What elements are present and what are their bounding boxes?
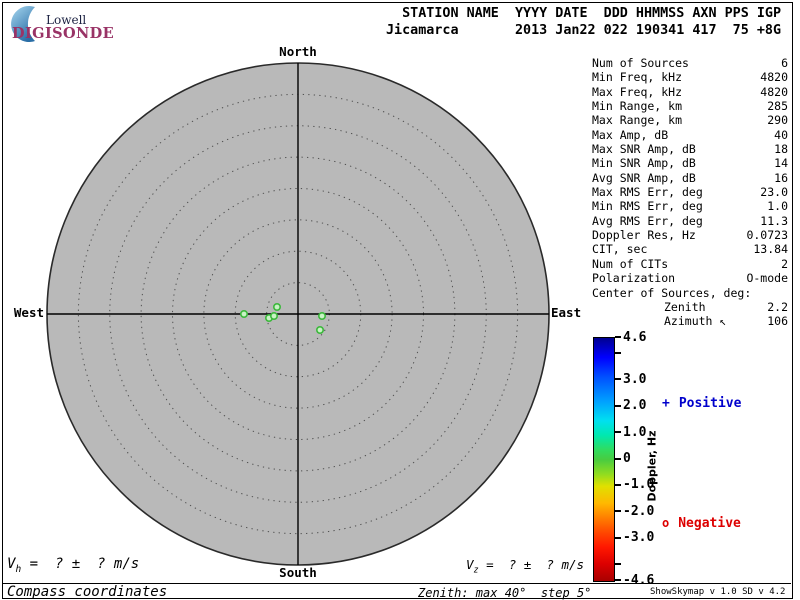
stat-label: Min SNR Amp, dB [592, 156, 696, 171]
stats-panel: Num of Sources 6 Min Freq, kHz 4820 Max Freq… [592, 56, 788, 329]
compass-label-east: East [551, 305, 582, 320]
compass-label-north: North [279, 44, 317, 59]
colorbar-tick [615, 351, 621, 354]
source-dot [315, 325, 324, 334]
stat-value: 40 [774, 127, 788, 142]
colorbar-tick-label: -4.6 [623, 572, 655, 588]
showskymap-window: Lowell DIGISONDE STATION NAME YYYY DATE … [0, 0, 800, 600]
stat-label: Max Amp, dB [592, 127, 669, 142]
source-dot [317, 311, 326, 320]
stat-label: Max Freq, kHz [592, 84, 683, 99]
colorbar-tick [615, 483, 621, 486]
stat-label: Min Range, km [592, 99, 683, 114]
stat-value: 18 [774, 142, 788, 157]
colorbar-tick [615, 579, 621, 581]
stat-label: Min RMS Err, deg [592, 199, 703, 214]
colorbar-tick [615, 457, 621, 460]
legend-positive: + Positive [662, 396, 741, 411]
source-dot [240, 309, 249, 318]
stat-row: Max SNR Amp, dB 18 [592, 142, 788, 156]
colorbar-tick-label: 4.6 [623, 329, 647, 345]
stat-value: 1.0 [767, 199, 788, 214]
stat-value: 4820 [760, 70, 788, 85]
compass-label-west: West [13, 305, 44, 320]
compass-label-south: South [279, 565, 317, 580]
zenith-range-note: Zenith: max 40° step 5° [418, 586, 592, 600]
stat-label: Azimuth ↖ [664, 314, 727, 329]
colorbar-tick-label: -2.0 [623, 503, 655, 519]
stat-value: 106 [767, 314, 788, 329]
stat-row: CIT, sec 13.84 [592, 242, 788, 256]
circle-icon: o [662, 516, 670, 530]
colorbar-tick [615, 404, 621, 407]
legend-negative-label: Negative [678, 516, 741, 531]
source-dot [269, 311, 278, 320]
stat-label: Center of Sources, deg: [592, 285, 752, 300]
colorbar-tick-label: 2.0 [623, 398, 647, 414]
stat-value: 4820 [760, 84, 788, 99]
colorbar-tick-label: -3.0 [623, 530, 655, 546]
colorbar-tick-label: 0 [623, 451, 631, 466]
legend-positive-label: Positive [678, 396, 742, 411]
version-label: ShowSkymap v 1.0 SD v 4.2 [650, 587, 786, 597]
stat-value: 14 [774, 156, 788, 171]
stat-label: Zenith [664, 299, 706, 314]
colorbar-tick [615, 378, 621, 381]
stat-row: Max Range, km 290 [592, 113, 788, 127]
legend-negative: o Negative [662, 516, 741, 531]
stat-value: 290 [767, 113, 788, 128]
stat-row: Center of Sources, deg: [592, 286, 788, 300]
stat-value: 6 [781, 56, 788, 70]
colorbar-tick [615, 336, 621, 338]
stat-value: 0.0723 [746, 228, 788, 243]
stat-row: Min Freq, kHz 4820 [592, 70, 788, 84]
colorbar-tick [615, 536, 621, 539]
stat-row: Zenith 2.2 [592, 300, 788, 314]
stat-label: Doppler Res, Hz [592, 228, 696, 243]
stat-value: 11.3 [760, 213, 788, 228]
stat-value: 2.2 [767, 299, 788, 314]
stat-row: Min SNR Amp, dB 14 [592, 156, 788, 170]
stat-label: Min Freq, kHz [592, 70, 683, 85]
stat-row: Polarization O-mode [592, 271, 788, 285]
stat-label: Avg SNR Amp, dB [592, 170, 696, 185]
colorbar-tick [615, 431, 621, 434]
stat-row: Max RMS Err, deg 23.0 [592, 185, 788, 199]
stat-label: Polarization [592, 271, 676, 286]
stat-row: Avg SNR Amp, dB 16 [592, 171, 788, 185]
colorbar-tick-label: 3.0 [623, 371, 647, 387]
colorbar-tick [615, 563, 621, 566]
stat-value: 23.0 [760, 185, 788, 200]
stat-value: 285 [767, 99, 788, 114]
stat-label: Max RMS Err, deg [592, 185, 703, 200]
stat-value: 13.84 [753, 242, 788, 257]
vz-velocity-label: Vz = ? ± ? m/s [466, 557, 585, 576]
stat-row: Min RMS Err, deg 1.0 [592, 199, 788, 213]
stat-value: O-mode [746, 271, 788, 286]
vh-velocity-label: Vh = ? ± ? m/s [7, 556, 140, 575]
stat-row: Max Freq, kHz 4820 [592, 85, 788, 99]
colorbar-title: Doppler, Hz [645, 430, 659, 502]
stat-row: Azimuth ↖ 106 [592, 314, 788, 328]
stat-row: Avg RMS Err, deg 11.3 [592, 214, 788, 228]
stat-label: Max Range, km [592, 113, 683, 128]
stat-label: Max SNR Amp, dB [592, 142, 696, 157]
stat-row: Max Amp, dB 40 [592, 128, 788, 142]
doppler-colorbar [593, 337, 615, 582]
stat-value: 2 [781, 256, 788, 271]
stat-row: Num of CITs 2 [592, 257, 788, 271]
stat-row: Doppler Res, Hz 0.0723 [592, 228, 788, 242]
stat-value: 16 [774, 170, 788, 185]
coordinate-system-label: Compass coordinates [7, 584, 168, 600]
stat-label: Num of Sources [592, 56, 689, 70]
source-dot [272, 302, 281, 311]
stat-label: Avg RMS Err, deg [592, 213, 703, 228]
stat-label: Num of CITs [592, 256, 669, 271]
colorbar-tick [615, 510, 621, 513]
colorbar-tick-label: 1.0 [623, 424, 647, 440]
stat-row: Min Range, km 285 [592, 99, 788, 113]
stat-label: CIT, sec [592, 242, 648, 257]
plus-icon: + [662, 396, 670, 411]
stat-row: Num of Sources 6 [592, 56, 788, 70]
